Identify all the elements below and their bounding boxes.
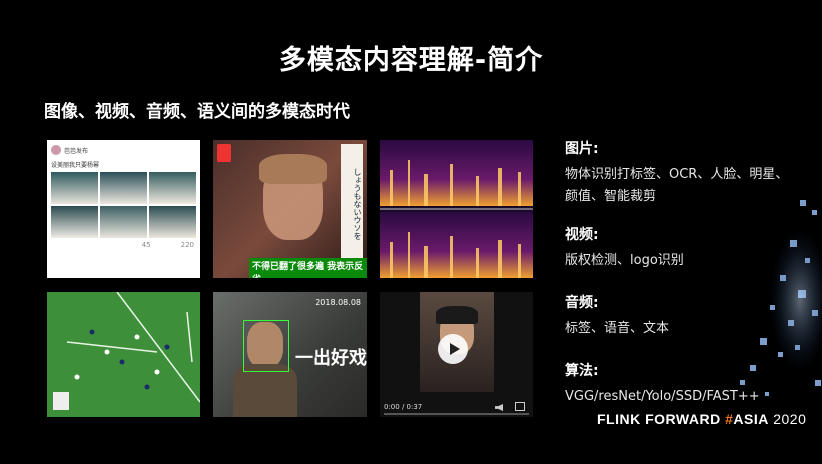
volume-icon[interactable] — [495, 404, 503, 411]
image-video-player: 0:00 / 0:37 — [380, 292, 533, 417]
avatar — [51, 145, 61, 155]
comment-count: 45 — [141, 241, 151, 249]
image-soccer-match — [47, 292, 200, 417]
section-title: 视频: — [565, 227, 599, 243]
like-count: 220 — [180, 241, 194, 249]
person-hair — [259, 154, 327, 184]
footer-year: 2020 — [768, 411, 807, 427]
section-body: 标签、语音、文本 — [565, 321, 670, 336]
weibo-header: 芭芭发布 — [47, 140, 200, 160]
person-hair — [436, 306, 478, 324]
weibo-header-text: 芭芭发布 — [64, 147, 89, 155]
image-tv-show: しょうもないウソを 不得已翻了很多遍 我表示反省 — [213, 140, 367, 278]
face-detection-box — [243, 320, 289, 372]
section-title: 图片: — [565, 141, 599, 157]
footer-brand: FLINK FORWARD #ASIA 2020 — [597, 411, 806, 427]
movie-title: 一出好戏 — [295, 348, 367, 369]
fullscreen-icon[interactable] — [515, 402, 525, 411]
section-title: 音频: — [565, 295, 599, 311]
slide: 多模态内容理解-简介 图像、视频、音频、语义间的多模态时代 芭芭发布 设美丽我只… — [0, 0, 822, 464]
footer-brand-name: FLINK FORWARD — [597, 411, 726, 427]
section-audio: 音频: 标签、语音、文本 — [565, 292, 790, 340]
soccer-field-svg — [47, 292, 200, 417]
section-video: 视频: 版权检测、logo识别 — [565, 224, 790, 272]
section-body: 物体识别打标签、OCR、人脸、明星、颜值、智能裁剪 — [565, 167, 789, 204]
show-logo — [217, 144, 231, 162]
player-time: 0:00 / 0:37 — [384, 403, 423, 411]
image-spectrogram — [380, 140, 533, 278]
play-button[interactable] — [438, 334, 468, 364]
progress-bar[interactable] — [384, 413, 529, 415]
footer-asia: ASIA — [733, 411, 769, 427]
subtitle-caption: 不得已翻了很多遍 我表示反省 — [249, 258, 367, 278]
section-image: 图片: 物体识别打标签、OCR、人脸、明星、颜值、智能裁剪 — [565, 138, 790, 208]
image-movie-frame: 2018.08.08 一出好戏 — [213, 292, 367, 417]
play-icon — [450, 343, 460, 355]
weibo-text: 设美丽我只要杨幂 — [51, 162, 100, 169]
vertical-caption: しょうもないウソを — [341, 144, 363, 264]
weibo-counts: 45 220 — [47, 238, 200, 252]
weibo-photo-grid — [47, 172, 200, 238]
section-body: 版权检测、logo识别 — [565, 253, 684, 268]
image-weibo-screenshot: 芭芭发布 设美丽我只要杨幂 45 220 — [47, 140, 200, 278]
spectrogram-svg — [380, 140, 533, 278]
section-algorithm: 算法: VGG/resNet/Yolo/SSD/FAST++ — [565, 360, 790, 408]
section-title: 算法: — [565, 363, 599, 379]
movie-date: 2018.08.08 — [315, 298, 361, 307]
section-body: VGG/resNet/Yolo/SSD/FAST++ — [565, 389, 760, 404]
